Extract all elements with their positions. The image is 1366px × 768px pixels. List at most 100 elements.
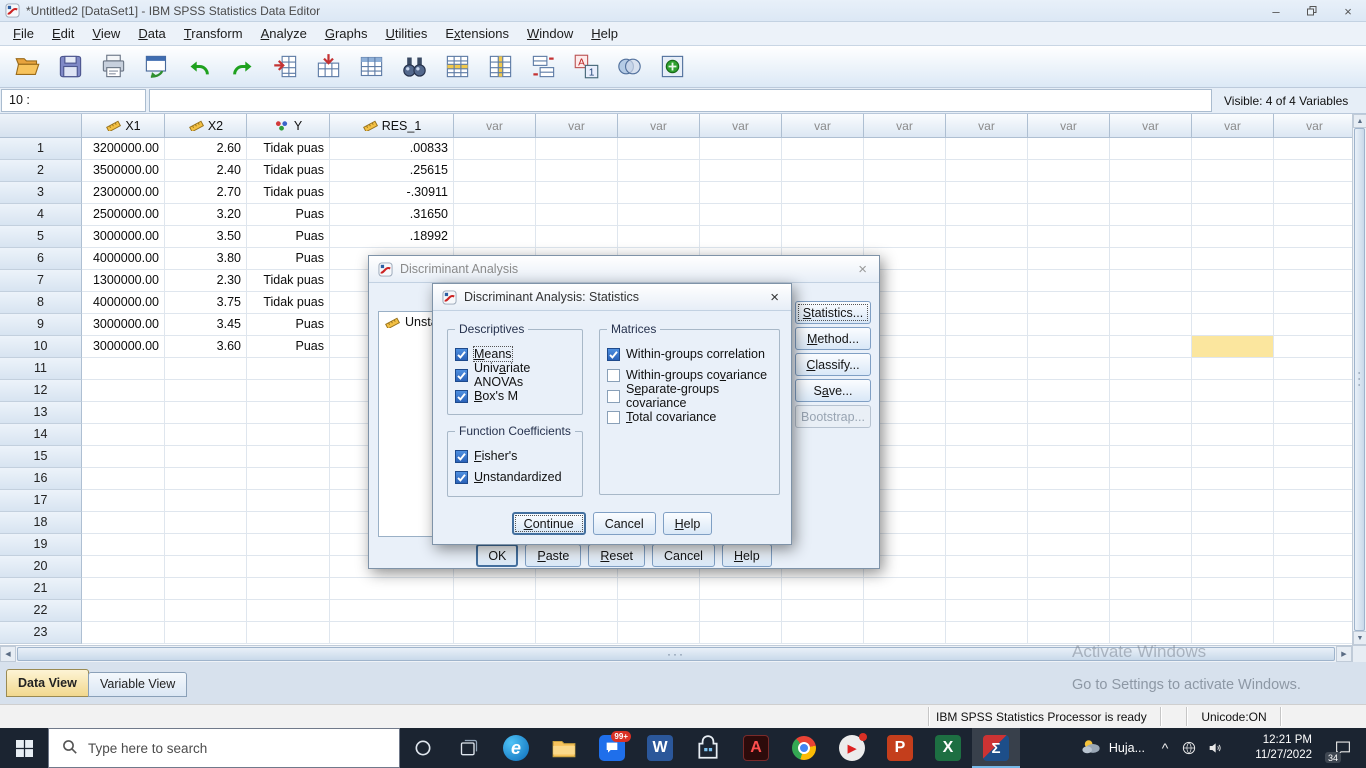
toolbar-use-variable-sets-button[interactable] <box>610 49 648 85</box>
data-cell[interactable] <box>454 182 536 204</box>
tab-data-view[interactable]: Data View <box>6 669 89 697</box>
data-cell[interactable] <box>946 380 1028 402</box>
data-cell[interactable] <box>1028 336 1110 358</box>
data-cell[interactable] <box>330 622 454 644</box>
data-cell[interactable] <box>536 600 618 622</box>
row-header-6[interactable]: 6 <box>0 248 82 270</box>
data-cell[interactable] <box>1192 380 1274 402</box>
file-explorer-taskbar-icon[interactable] <box>540 728 588 768</box>
clock[interactable]: 12:21 PM 11/27/2022 <box>1236 733 1312 763</box>
menu-transform[interactable]: Transform <box>175 23 252 44</box>
data-cell[interactable] <box>82 512 165 534</box>
data-cell[interactable] <box>1110 556 1192 578</box>
data-cell[interactable] <box>1274 424 1356 446</box>
data-cell[interactable] <box>1192 446 1274 468</box>
data-cell[interactable] <box>454 226 536 248</box>
scroll-right-icon[interactable]: ▶ <box>1336 646 1352 662</box>
data-cell[interactable] <box>82 446 165 468</box>
data-cell[interactable] <box>1028 446 1110 468</box>
row-header-2[interactable]: 2 <box>0 160 82 182</box>
close-icon[interactable]: × <box>767 289 782 306</box>
data-cell[interactable] <box>330 600 454 622</box>
data-cell[interactable] <box>536 204 618 226</box>
data-cell[interactable]: .18992 <box>330 226 454 248</box>
data-cell[interactable] <box>82 380 165 402</box>
data-cell[interactable] <box>1110 138 1192 160</box>
data-cell[interactable] <box>82 402 165 424</box>
data-cell[interactable] <box>1274 402 1356 424</box>
data-cell[interactable] <box>247 534 330 556</box>
data-cell[interactable] <box>1274 314 1356 336</box>
data-cell[interactable] <box>864 600 946 622</box>
data-cell[interactable] <box>864 204 946 226</box>
data-cell[interactable] <box>247 512 330 534</box>
data-cell[interactable] <box>1274 248 1356 270</box>
data-cell[interactable] <box>165 578 247 600</box>
data-cell[interactable] <box>946 402 1028 424</box>
toolbar-value-labels-button[interactable]: A1 <box>567 49 605 85</box>
data-cell[interactable] <box>1192 138 1274 160</box>
row-header-1[interactable]: 1 <box>0 138 82 160</box>
data-cell[interactable] <box>700 578 782 600</box>
column-header-y[interactable]: Y <box>247 114 330 138</box>
tab-variable-view[interactable]: Variable View <box>88 672 187 697</box>
data-cell[interactable] <box>1110 468 1192 490</box>
data-cell[interactable] <box>1274 578 1356 600</box>
data-cell[interactable] <box>165 424 247 446</box>
toolbar-recall-dialogs-button[interactable] <box>137 49 175 85</box>
data-cell[interactable] <box>454 578 536 600</box>
data-cell[interactable] <box>82 600 165 622</box>
data-cell[interactable] <box>1028 468 1110 490</box>
data-cell[interactable] <box>946 622 1028 644</box>
data-cell[interactable] <box>247 600 330 622</box>
data-cell[interactable] <box>1274 380 1356 402</box>
data-cell[interactable] <box>165 358 247 380</box>
adobe-taskbar-icon[interactable]: A <box>732 728 780 768</box>
data-cell[interactable] <box>247 402 330 424</box>
powerpoint-taskbar-icon[interactable]: P <box>876 728 924 768</box>
data-cell[interactable]: Puas <box>247 336 330 358</box>
data-cell[interactable] <box>1028 182 1110 204</box>
data-cell[interactable] <box>700 182 782 204</box>
data-cell[interactable] <box>454 160 536 182</box>
method-button[interactable]: Method... <box>795 327 871 350</box>
data-cell[interactable] <box>700 600 782 622</box>
menu-view[interactable]: View <box>83 23 129 44</box>
dialog-title-bar[interactable]: Discriminant Analysis: Statistics × <box>433 284 791 311</box>
cell-editor-input[interactable] <box>149 89 1212 112</box>
data-cell[interactable] <box>946 556 1028 578</box>
data-cell[interactable] <box>618 622 700 644</box>
toolbar-variables-button[interactable] <box>352 49 390 85</box>
menu-file[interactable]: File <box>4 23 43 44</box>
menu-extensions[interactable]: Extensions <box>436 23 518 44</box>
edge-taskbar-icon[interactable]: e <box>492 728 540 768</box>
data-cell[interactable] <box>946 468 1028 490</box>
data-cell[interactable] <box>946 578 1028 600</box>
menu-graphs[interactable]: Graphs <box>316 23 377 44</box>
data-cell[interactable]: 3000000.00 <box>82 314 165 336</box>
column-header-var[interactable]: var <box>782 114 864 138</box>
data-cell[interactable]: 3.50 <box>165 226 247 248</box>
data-cell[interactable] <box>1110 622 1192 644</box>
row-header-5[interactable]: 5 <box>0 226 82 248</box>
data-cell[interactable] <box>1110 512 1192 534</box>
horizontal-scrollbar[interactable]: ◀ ··· ▶ <box>0 645 1352 662</box>
data-cell[interactable] <box>618 226 700 248</box>
row-header-10[interactable]: 10 <box>0 336 82 358</box>
data-cell[interactable] <box>864 138 946 160</box>
column-header-var[interactable]: var <box>618 114 700 138</box>
media-player-taskbar-icon[interactable]: ▶ <box>828 728 876 768</box>
data-cell[interactable] <box>700 138 782 160</box>
messaging-taskbar-icon[interactable]: 99+ <box>588 728 636 768</box>
data-cell[interactable]: 3.45 <box>165 314 247 336</box>
classify-button[interactable]: Classify... <box>795 353 871 376</box>
data-cell[interactable] <box>1028 600 1110 622</box>
data-cell[interactable] <box>1110 380 1192 402</box>
row-header-12[interactable]: 12 <box>0 380 82 402</box>
row-header-17[interactable]: 17 <box>0 490 82 512</box>
data-cell[interactable] <box>1274 292 1356 314</box>
data-cell[interactable] <box>864 226 946 248</box>
column-header-var[interactable]: var <box>454 114 536 138</box>
data-cell[interactable] <box>1110 160 1192 182</box>
data-cell[interactable] <box>1028 226 1110 248</box>
